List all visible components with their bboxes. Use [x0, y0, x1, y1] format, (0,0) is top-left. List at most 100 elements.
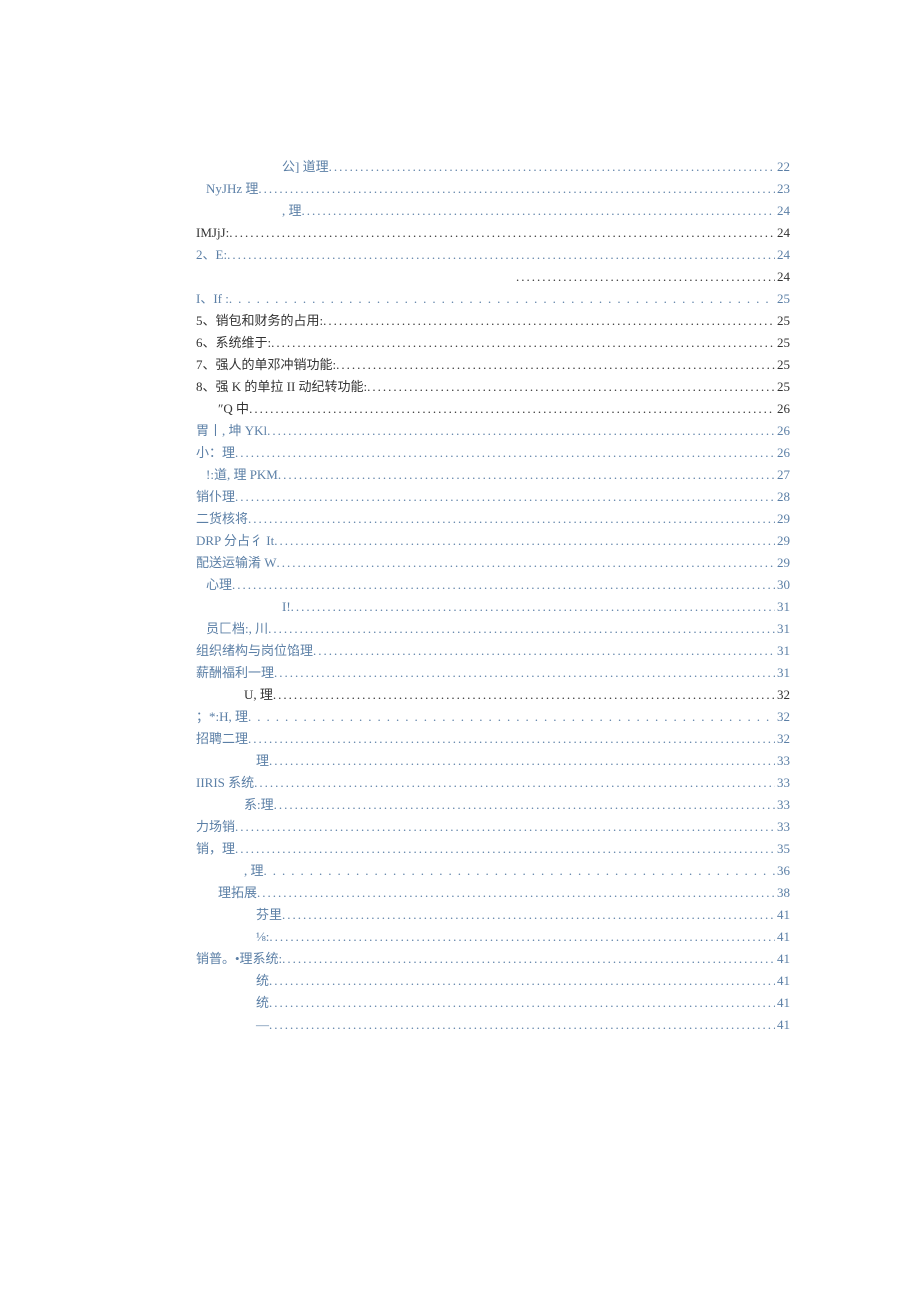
toc-label[interactable]: 5、销包和财务的占用:	[196, 310, 323, 332]
toc-page-number[interactable]: 26	[775, 398, 790, 420]
toc-label[interactable]: ；*:H, 理	[196, 706, 248, 728]
toc-row: 心理 30	[196, 574, 790, 596]
toc-page-number[interactable]: 24	[775, 200, 790, 222]
toc-page-number[interactable]: 41	[775, 904, 790, 926]
toc-page-number[interactable]: 29	[775, 552, 790, 574]
toc-page-number[interactable]: 33	[775, 772, 790, 794]
toc-label[interactable]: 销，理	[196, 838, 235, 860]
toc-label[interactable]: !:道, 理 PKM	[206, 464, 278, 486]
toc-page-number[interactable]: 24	[775, 222, 790, 244]
toc-label[interactable]: DRP 分占彳 It	[196, 530, 274, 552]
toc-label[interactable]: 心理	[206, 574, 232, 596]
toc-label[interactable]: 理	[256, 750, 269, 772]
toc-leader	[269, 750, 775, 772]
toc-label[interactable]: 招聘二理	[196, 728, 248, 750]
toc-label[interactable]: 薪酬福利一理	[196, 662, 274, 684]
toc-page-number[interactable]: 28	[775, 486, 790, 508]
toc-page-number[interactable]: 32	[775, 706, 790, 728]
toc-label[interactable]: 小：理	[196, 442, 235, 464]
toc-label[interactable]: 二货核将	[196, 508, 248, 530]
toc-label[interactable]: 配送运输淆 W	[196, 552, 277, 574]
toc-leader	[313, 640, 775, 662]
toc-label[interactable]: —	[256, 1014, 269, 1036]
toc-page-number[interactable]: 25	[775, 310, 790, 332]
toc-page-number[interactable]: 31	[775, 640, 790, 662]
toc-label[interactable]: ⅛:	[256, 926, 269, 948]
toc-label[interactable]: 胃丨, 坤 YKl	[196, 420, 267, 442]
toc-row: 销，理 35	[196, 838, 790, 860]
toc-page-number[interactable]: 41	[775, 970, 790, 992]
toc-page-number[interactable]: 33	[775, 816, 790, 838]
toc-leader	[323, 310, 775, 332]
toc-page-number[interactable]: 31	[775, 618, 790, 640]
toc-row: I、If : 25	[196, 288, 790, 310]
toc-leader	[274, 530, 775, 552]
toc-page-number[interactable]: 30	[775, 574, 790, 596]
toc-page-number[interactable]: 31	[775, 596, 790, 618]
toc-page-number[interactable]: 22	[775, 156, 790, 178]
toc-label[interactable]: ″Q 中	[218, 398, 249, 420]
toc-page-number[interactable]: 25	[775, 354, 790, 376]
toc-label[interactable]: 组织绪构与岗位馅理	[196, 640, 313, 662]
toc-page-number[interactable]: 32	[775, 684, 790, 706]
toc-page-number[interactable]: 25	[775, 332, 790, 354]
toc-label[interactable]: 统	[256, 992, 269, 1014]
toc-row: U, 理 32	[196, 684, 790, 706]
toc-leader	[258, 178, 775, 200]
toc-row: 力场销 33	[196, 816, 790, 838]
toc-row: 8、强 K 的单拉 II 动纪转功能: 25	[196, 376, 790, 398]
toc-page-number[interactable]: 26	[775, 420, 790, 442]
toc-page-number[interactable]: 26	[775, 442, 790, 464]
toc-page-number[interactable]: 25	[775, 376, 790, 398]
toc-label[interactable]: IMJjJ:	[196, 222, 229, 244]
toc-label[interactable]: 员匚档:, 川	[206, 618, 268, 640]
toc-label[interactable]: 7、强人的单邓冲销功能:	[196, 354, 336, 376]
toc-page-number[interactable]: 23	[775, 178, 790, 200]
toc-row: 理拓展 38	[196, 882, 790, 904]
toc-page-number[interactable]: 41	[775, 926, 790, 948]
toc-row: 小：理 26	[196, 442, 790, 464]
toc-label[interactable]: , 理	[282, 200, 302, 222]
toc-label[interactable]: 理拓展	[218, 882, 257, 904]
toc-page-number[interactable]: 32	[775, 728, 790, 750]
toc-row: 2、E: 24	[196, 244, 790, 266]
toc-leader	[229, 288, 775, 310]
toc-row: ；*:H, 理 32	[196, 706, 790, 728]
toc-page-number[interactable]: 41	[775, 948, 790, 970]
toc-label[interactable]: I、If :	[196, 288, 229, 310]
toc-label[interactable]: 系:理	[244, 794, 274, 816]
toc-page-number[interactable]: 35	[775, 838, 790, 860]
toc-row: 芬里 41	[196, 904, 790, 926]
toc-label[interactable]: 销普。•理系统:	[196, 948, 282, 970]
toc-page-number[interactable]: 29	[775, 530, 790, 552]
toc-row: 员匚档:, 川 31	[196, 618, 790, 640]
toc-label[interactable]: 公] 道理	[282, 156, 329, 178]
toc-label[interactable]: 统	[256, 970, 269, 992]
toc-label[interactable]: NyJHz 理	[206, 178, 258, 200]
toc-row: 7、强人的单邓冲销功能: 25	[196, 354, 790, 376]
toc-label[interactable]: 6、系统维于:	[196, 332, 271, 354]
toc-label[interactable]: I!	[282, 596, 291, 618]
toc-page-number[interactable]: 33	[775, 794, 790, 816]
toc-page-number[interactable]: 41	[775, 992, 790, 1014]
toc-label[interactable]: 8、强 K 的单拉 II 动纪转功能:	[196, 376, 367, 398]
toc-page-number[interactable]: 29	[775, 508, 790, 530]
toc-page-number[interactable]: 41	[775, 1014, 790, 1036]
toc-label[interactable]: U, 理	[244, 684, 273, 706]
toc-page-number[interactable]: 33	[775, 750, 790, 772]
toc-page-number[interactable]: 24	[775, 266, 790, 288]
toc-label[interactable]: 芬里	[256, 904, 282, 926]
toc-label[interactable]: IIRIS 系统	[196, 772, 254, 794]
toc-label[interactable]: 销仆理	[196, 486, 235, 508]
toc-label[interactable]: , 理	[244, 860, 264, 882]
toc-leader	[278, 464, 775, 486]
toc-label[interactable]: 2、E:	[196, 244, 227, 266]
toc-page-number[interactable]: 24	[775, 244, 790, 266]
toc-leader	[248, 706, 775, 728]
toc-page-number[interactable]: 27	[775, 464, 790, 486]
toc-page-number[interactable]: 36	[775, 860, 790, 882]
toc-page-number[interactable]: 38	[775, 882, 790, 904]
toc-page-number[interactable]: 25	[775, 288, 790, 310]
toc-page-number[interactable]: 31	[775, 662, 790, 684]
toc-label[interactable]: 力场销	[196, 816, 235, 838]
